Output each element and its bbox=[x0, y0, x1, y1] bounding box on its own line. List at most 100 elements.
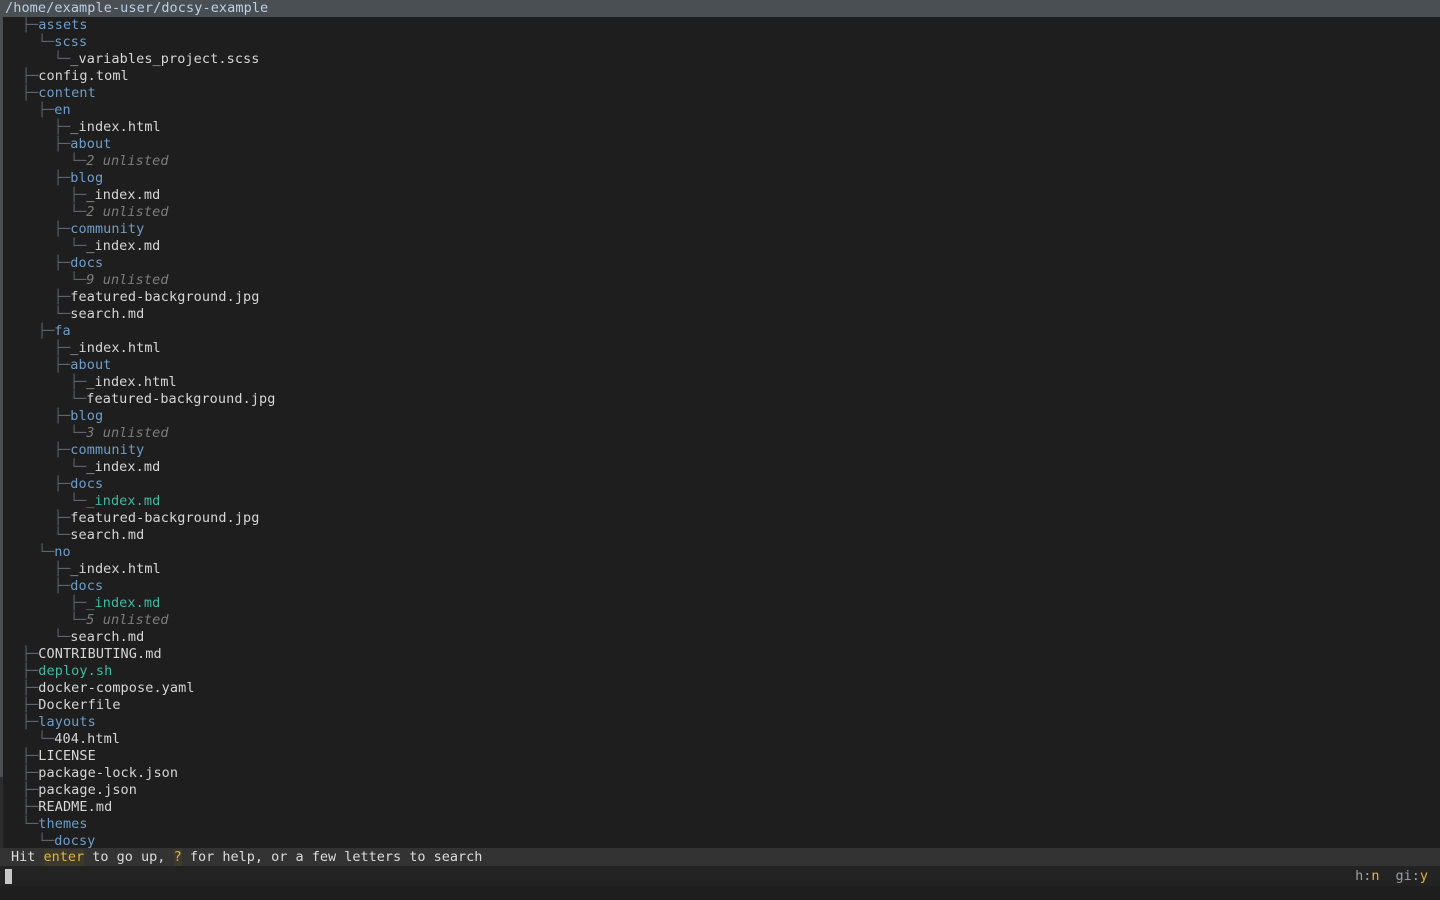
tree-row[interactable]: └─no bbox=[0, 544, 1440, 561]
tree-row[interactable]: ├─_index.html bbox=[0, 561, 1440, 578]
file-name[interactable]: featured-background.jpg bbox=[70, 510, 259, 526]
tree-row[interactable]: └─search.md bbox=[0, 629, 1440, 646]
directory-name[interactable]: themes bbox=[38, 816, 87, 832]
tree-row[interactable]: ├─blog bbox=[0, 170, 1440, 187]
tree-row[interactable]: └─2 unlisted bbox=[0, 153, 1440, 170]
file-name[interactable]: Dockerfile bbox=[38, 697, 120, 713]
file-name[interactable]: _variables_project.scss bbox=[70, 51, 259, 67]
directory-name[interactable]: docs bbox=[70, 255, 103, 271]
tree-row[interactable]: ├─blog bbox=[0, 408, 1440, 425]
file-name[interactable]: search.md bbox=[70, 629, 144, 645]
scrollbar-track[interactable] bbox=[0, 17, 3, 848]
mode-flag[interactable]: h:n bbox=[1355, 868, 1379, 885]
tree-row[interactable]: └─_index.md bbox=[0, 493, 1440, 510]
scrollbar-thumb[interactable] bbox=[0, 17, 3, 777]
tree-row[interactable]: ├─deploy.sh bbox=[0, 663, 1440, 680]
file-name[interactable]: config.toml bbox=[38, 68, 129, 84]
tree-row[interactable]: ├─en bbox=[0, 102, 1440, 119]
file-name[interactable]: _index.md bbox=[86, 459, 160, 475]
tree-row[interactable]: ├─_index.html bbox=[0, 340, 1440, 357]
file-name[interactable]: package-lock.json bbox=[38, 765, 178, 781]
file-name[interactable]: README.md bbox=[38, 799, 112, 815]
file-name[interactable]: _index.md bbox=[86, 493, 160, 509]
directory-name[interactable]: blog bbox=[70, 408, 103, 424]
directory-name[interactable]: layouts bbox=[38, 714, 96, 730]
tree-row[interactable]: ├─config.toml bbox=[0, 68, 1440, 85]
file-name[interactable]: search.md bbox=[70, 527, 144, 543]
file-name[interactable]: featured-background.jpg bbox=[70, 289, 259, 305]
tree-row[interactable]: ├─CONTRIBUTING.md bbox=[0, 646, 1440, 663]
file-name[interactable]: _index.md bbox=[86, 595, 160, 611]
tree-row[interactable]: └─docsy bbox=[0, 833, 1440, 848]
directory-name[interactable]: assets bbox=[38, 17, 87, 33]
file-name[interactable]: _index.html bbox=[86, 374, 177, 390]
tree-row[interactable]: ├─about bbox=[0, 136, 1440, 153]
tree-row[interactable]: └─_variables_project.scss bbox=[0, 51, 1440, 68]
tree-row[interactable]: ├─package.json bbox=[0, 782, 1440, 799]
directory-name[interactable]: community bbox=[70, 442, 144, 458]
tree-row[interactable]: └─2 unlisted bbox=[0, 204, 1440, 221]
tree-row[interactable]: ├─README.md bbox=[0, 799, 1440, 816]
file-name[interactable]: _index.md bbox=[86, 187, 160, 203]
tree-row[interactable]: ├─docs bbox=[0, 578, 1440, 595]
directory-name[interactable]: no bbox=[54, 544, 70, 560]
mode-flag[interactable]: gi:y bbox=[1395, 868, 1428, 885]
tree-row[interactable]: └─search.md bbox=[0, 306, 1440, 323]
tree-row[interactable]: ├─assets bbox=[0, 17, 1440, 34]
file-name[interactable]: _index.html bbox=[70, 340, 161, 356]
file-name[interactable]: docker-compose.yaml bbox=[38, 680, 194, 696]
tree-row[interactable]: └─404.html bbox=[0, 731, 1440, 748]
directory-name[interactable]: en bbox=[54, 102, 70, 118]
file-name[interactable]: search.md bbox=[70, 306, 144, 322]
tree-row[interactable]: └─scss bbox=[0, 34, 1440, 51]
tree-row[interactable]: ├─_index.html bbox=[0, 374, 1440, 391]
file-name[interactable]: LICENSE bbox=[38, 748, 96, 764]
search-input-bar[interactable]: h:n gi:y bbox=[0, 866, 1440, 886]
tree-row[interactable]: ├─about bbox=[0, 357, 1440, 374]
directory-name[interactable]: scss bbox=[54, 34, 87, 50]
tree-row[interactable]: ├─docs bbox=[0, 476, 1440, 493]
tree-row[interactable]: ├─LICENSE bbox=[0, 748, 1440, 765]
directory-name[interactable]: docsy bbox=[54, 833, 95, 848]
tree-row[interactable]: └─featured-background.jpg bbox=[0, 391, 1440, 408]
tree-row[interactable]: ├─community bbox=[0, 442, 1440, 459]
file-tree[interactable]: ├─assets └─scss └─_variables_project.scss ├… bbox=[0, 17, 1440, 848]
directory-name[interactable]: about bbox=[70, 136, 111, 152]
file-name[interactable]: 404.html bbox=[54, 731, 120, 747]
tree-row[interactable]: └─_index.md bbox=[0, 459, 1440, 476]
tree-row[interactable]: ├─_index.html bbox=[0, 119, 1440, 136]
file-name[interactable]: featured-background.jpg bbox=[86, 391, 275, 407]
tree-row[interactable]: ├─docs bbox=[0, 255, 1440, 272]
tree-row[interactable]: └─9 unlisted bbox=[0, 272, 1440, 289]
tree-row[interactable]: ├─featured-background.jpg bbox=[0, 510, 1440, 527]
directory-name[interactable]: blog bbox=[70, 170, 103, 186]
file-name[interactable]: _index.html bbox=[70, 119, 161, 135]
tree-row[interactable]: └─_index.md bbox=[0, 238, 1440, 255]
tree-row[interactable]: ├─content bbox=[0, 85, 1440, 102]
tree-row[interactable]: ├─fa bbox=[0, 323, 1440, 340]
tree-row[interactable]: ├─docker-compose.yaml bbox=[0, 680, 1440, 697]
unlisted-summary: 3 unlisted bbox=[86, 425, 169, 441]
tree-row[interactable]: ├─package-lock.json bbox=[0, 765, 1440, 782]
directory-name[interactable]: docs bbox=[70, 476, 103, 492]
directory-name[interactable]: fa bbox=[54, 323, 70, 339]
tree-row[interactable]: ├─layouts bbox=[0, 714, 1440, 731]
file-name[interactable]: CONTRIBUTING.md bbox=[38, 646, 161, 662]
tree-row[interactable]: ├─featured-background.jpg bbox=[0, 289, 1440, 306]
directory-name[interactable]: community bbox=[70, 221, 144, 237]
tree-row[interactable]: └─search.md bbox=[0, 527, 1440, 544]
directory-name[interactable]: about bbox=[70, 357, 111, 373]
tree-row[interactable]: ├─_index.md bbox=[0, 187, 1440, 204]
tree-row[interactable]: └─themes bbox=[0, 816, 1440, 833]
tree-row[interactable]: └─5 unlisted bbox=[0, 612, 1440, 629]
file-name[interactable]: _index.md bbox=[86, 238, 160, 254]
tree-row[interactable]: ├─_index.md bbox=[0, 595, 1440, 612]
file-name[interactable]: package.json bbox=[38, 782, 137, 798]
file-name[interactable]: _index.html bbox=[70, 561, 161, 577]
directory-name[interactable]: content bbox=[38, 85, 96, 101]
file-name[interactable]: deploy.sh bbox=[38, 663, 112, 679]
tree-row[interactable]: ├─Dockerfile bbox=[0, 697, 1440, 714]
tree-row[interactable]: ├─community bbox=[0, 221, 1440, 238]
directory-name[interactable]: docs bbox=[70, 578, 103, 594]
tree-row[interactable]: └─3 unlisted bbox=[0, 425, 1440, 442]
